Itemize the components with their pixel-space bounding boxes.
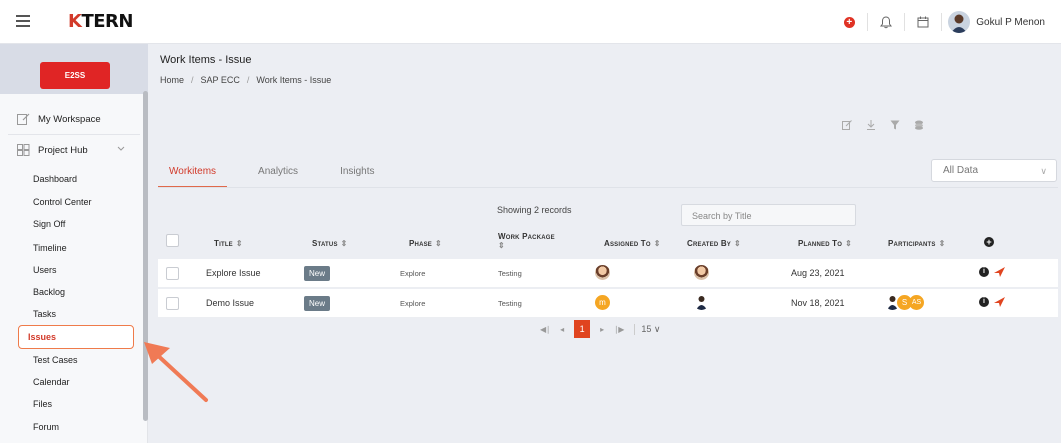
sidebar-item-control-center[interactable]: Control Center	[33, 197, 92, 207]
column-header-status[interactable]: Status ⇕	[312, 239, 348, 248]
send-icon[interactable]	[994, 297, 1005, 307]
phase-cell: Explore	[400, 299, 426, 308]
sidebar-item-files[interactable]: Files	[33, 399, 52, 409]
tab-insights[interactable]: Insights	[329, 160, 385, 188]
sort-icon: ⇕	[498, 241, 505, 250]
last-page-icon[interactable]: ∣▶	[614, 325, 624, 334]
sidebar-item-test-cases[interactable]: Test Cases	[33, 355, 78, 365]
sidebar-item-issues[interactable]: Issues	[18, 325, 134, 349]
user-menu[interactable]: Gokul P Menon	[948, 11, 1045, 33]
chevron-down-icon: ∨	[1040, 166, 1047, 176]
sidebar-item-label: Issues	[28, 332, 57, 342]
next-page-icon[interactable]: ▸	[600, 325, 604, 334]
row-checkbox[interactable]	[166, 267, 179, 280]
column-header-title[interactable]: Title ⇕	[214, 239, 243, 248]
sort-icon: ⇕	[235, 239, 243, 248]
table-row[interactable]: Demo Issue New Explore Testing m Nov 18,…	[158, 289, 1058, 318]
tab-workitems[interactable]: Workitems	[158, 160, 228, 188]
page-number-current[interactable]: 1	[574, 320, 591, 338]
sidebar-item-my-workspace[interactable]: My Workspace	[17, 113, 101, 125]
tab-bar: Workitems Analytics Insights	[158, 160, 758, 188]
status-badge: New	[304, 266, 331, 281]
chevron-down-icon[interactable]	[117, 146, 125, 152]
hamburger-menu-icon[interactable]	[16, 15, 30, 27]
tab-analytics[interactable]: Analytics	[247, 160, 309, 188]
first-page-icon[interactable]: ◀∣	[540, 325, 550, 334]
sidebar-item-tasks[interactable]: Tasks	[33, 309, 56, 319]
sort-icon: ⇕	[340, 239, 348, 248]
bell-icon[interactable]	[878, 14, 894, 30]
issue-title[interactable]: Demo Issue	[206, 298, 254, 308]
sort-icon: ⇕	[845, 239, 853, 248]
sidebar-item-forum[interactable]: Forum	[33, 422, 59, 432]
creator-avatar	[694, 265, 709, 280]
table-row[interactable]: Explore Issue New Explore Testing Aug 23…	[158, 259, 1058, 288]
edit-icon	[17, 113, 30, 125]
info-icon[interactable]: i	[979, 297, 989, 307]
sidebar-item-users[interactable]: Users	[33, 265, 57, 275]
sort-icon: ⇕	[653, 239, 661, 248]
breadcrumb: Home / SAP ECC / Work Items - Issue	[160, 75, 332, 85]
work-package-cell: Testing	[498, 269, 522, 278]
info-icon[interactable]: i	[979, 267, 989, 277]
grid-icon	[17, 144, 30, 156]
app-logo[interactable]: KTERN	[68, 11, 133, 32]
column-header-assigned-to[interactable]: Assigned To ⇕	[604, 239, 661, 248]
avatar	[948, 11, 971, 33]
column-header-planned-to[interactable]: Planned To ⇕	[798, 239, 852, 248]
participant-avatar: AS	[909, 295, 924, 310]
search-input[interactable]: Search by Title	[681, 204, 856, 226]
row-checkbox[interactable]	[166, 297, 179, 310]
records-count: Showing 2 records	[497, 205, 572, 215]
table-header: Title ⇕ Status ⇕ Phase ⇕ Work Package ⇕ Assi…	[158, 230, 1058, 257]
creator-avatar	[696, 296, 707, 310]
breadcrumb-current: Work Items - Issue	[256, 75, 332, 85]
sidebar-item-label: My Workspace	[38, 113, 101, 125]
sidebar-item-sign-off[interactable]: Sign Off	[33, 219, 65, 229]
page-size-select[interactable]: 15 ∨	[634, 323, 660, 335]
sort-icon: ⇕	[734, 239, 741, 248]
filter-icon[interactable]	[890, 120, 900, 130]
work-package-cell: Testing	[498, 299, 522, 308]
send-icon[interactable]	[994, 267, 1005, 277]
select-all-checkbox[interactable]	[166, 234, 179, 247]
sidebar: E2SS My Workspace Project Hub Dashboard …	[0, 44, 148, 443]
prev-page-icon[interactable]: ◂	[560, 325, 564, 334]
download-icon[interactable]	[866, 120, 876, 130]
pagination: ◀∣ ◂ 1 ▸ ∣▶ 15 ∨	[540, 320, 660, 338]
user-name: Gokul P Menon	[976, 16, 1045, 28]
sort-icon: ⇕	[435, 239, 442, 248]
data-filter-select[interactable]: All Data ∨	[931, 159, 1057, 182]
column-header-phase[interactable]: Phase ⇕	[409, 239, 442, 248]
sidebar-item-label: Project Hub	[38, 144, 88, 156]
page-title: Work Items - Issue	[160, 54, 252, 66]
layers-icon[interactable]	[914, 120, 924, 130]
breadcrumb-project[interactable]: SAP ECC	[201, 75, 240, 85]
breadcrumb-home[interactable]: Home	[160, 75, 184, 85]
edit-icon[interactable]	[842, 120, 852, 130]
org-logo[interactable]: E2SS	[40, 62, 110, 89]
add-column-icon[interactable]: +	[984, 237, 994, 247]
sidebar-item-timeline[interactable]: Timeline	[33, 243, 67, 253]
assignee-avatar	[595, 265, 610, 280]
top-bar: KTERN + Gokul P Menon	[0, 0, 1061, 44]
sidebar-item-dashboard[interactable]: Dashboard	[33, 174, 77, 184]
add-icon[interactable]: +	[841, 14, 857, 30]
planned-date: Nov 18, 2021	[791, 298, 845, 308]
calendar-icon[interactable]	[915, 14, 931, 30]
status-badge: New	[304, 296, 331, 311]
planned-date: Aug 23, 2021	[791, 268, 845, 278]
column-header-created-by[interactable]: Created By ⇕	[687, 239, 741, 248]
sort-icon: ⇕	[938, 239, 946, 248]
column-header-participants[interactable]: Participants ⇕	[888, 239, 946, 248]
sidebar-item-project-hub[interactable]: Project Hub	[17, 144, 88, 156]
sidebar-item-backlog[interactable]: Backlog	[33, 287, 65, 297]
column-header-work-package[interactable]: Work Package ⇕	[498, 232, 555, 250]
toolbar	[842, 120, 924, 130]
issue-title[interactable]: Explore Issue	[206, 268, 261, 278]
annotation-arrow-icon	[144, 342, 208, 402]
sidebar-item-calendar[interactable]: Calendar	[33, 377, 70, 387]
assignee-avatar: m	[595, 295, 610, 310]
phase-cell: Explore	[400, 269, 426, 278]
